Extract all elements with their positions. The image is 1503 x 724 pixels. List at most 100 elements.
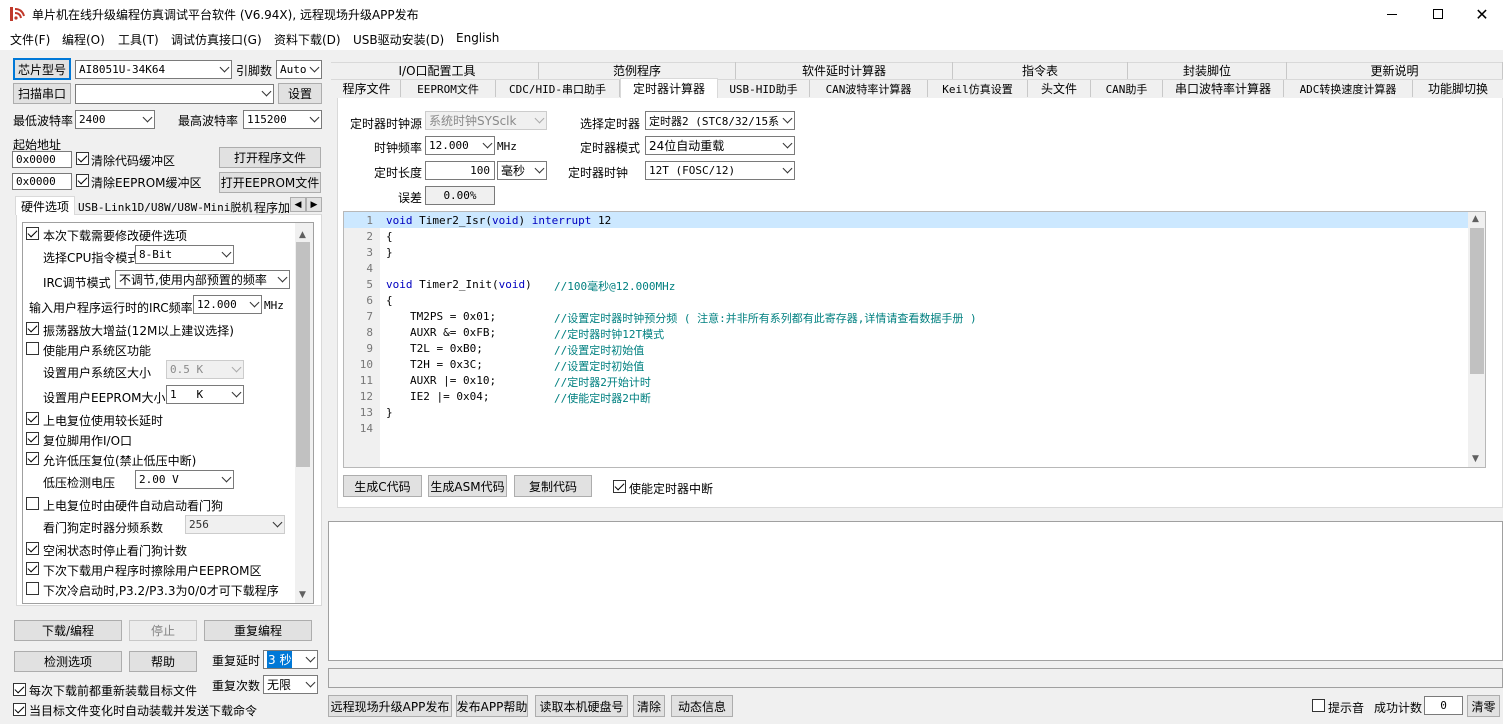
tab-program-encrypt[interactable]: 程序加	[254, 199, 290, 216]
enable-timer-interrupt-checkbox[interactable]	[613, 480, 626, 493]
long-delay-checkbox[interactable]	[26, 412, 39, 425]
tab-can-helper[interactable]: CAN助手	[1091, 80, 1163, 97]
tab-usb-link[interactable]: USB-Link1D/U8W/U8W-Mini脱机	[78, 199, 252, 215]
clear-eeprom-checkbox[interactable]	[76, 174, 89, 187]
reset-count-button[interactable]: 清零	[1467, 695, 1500, 717]
menu-debug[interactable]: 调试仿真接口(G)	[171, 31, 262, 48]
max-baud-select[interactable]: 115200	[243, 110, 322, 129]
timer-length-field[interactable]: 100	[425, 161, 495, 180]
code-scroll-thumb[interactable]	[1470, 228, 1484, 374]
menu-program[interactable]: 编程(O)	[62, 31, 105, 48]
tab-delay-calculator[interactable]: 软件延时计算器	[736, 62, 953, 79]
system-area-size-select[interactable]: 0.5 K	[166, 360, 244, 379]
tab-examples[interactable]: 范例程序	[539, 62, 736, 79]
scroll-down-icon[interactable]: ▼	[299, 590, 306, 600]
reload-each-checkbox[interactable]	[13, 683, 26, 696]
tab-uart-baud[interactable]: 串口波特率计算器	[1163, 80, 1284, 97]
timer-clock-select[interactable]: 12T (FOSC/12)	[645, 161, 795, 180]
repeat-delay-select[interactable]: 3 秒	[263, 650, 318, 669]
tab-usb-hid[interactable]: USB-HID助手	[718, 80, 810, 97]
irc-frequency-select[interactable]: 12.000	[193, 295, 262, 314]
low-voltage-select[interactable]: 2.00 V	[135, 470, 234, 489]
clear-code-checkbox[interactable]	[76, 152, 89, 165]
code-editor[interactable]	[343, 211, 1486, 468]
menu-download[interactable]: 资料下载(D)	[274, 31, 341, 48]
dynamic-info-button[interactable]: 动态信息	[671, 695, 733, 717]
clear-button[interactable]: 清除	[633, 695, 665, 717]
timer-length-unit-select[interactable]: 毫秒	[497, 161, 547, 180]
chip-type-button[interactable]: 芯片型号	[13, 58, 71, 80]
port-select[interactable]	[75, 84, 274, 104]
code-address-field[interactable]: 0x0000	[12, 151, 72, 168]
osc-gain-checkbox[interactable]	[26, 322, 39, 335]
generate-asm-code-button[interactable]: 生成ASM代码	[428, 475, 507, 497]
tab-timer-calculator[interactable]: 定时器计算器	[620, 78, 718, 98]
check-options-button[interactable]: 检测选项	[14, 651, 122, 672]
tab-can-baud[interactable]: CAN波特率计算器	[810, 80, 928, 97]
wdt-divider-select[interactable]: 256	[185, 515, 285, 534]
reset-io-checkbox[interactable]	[26, 432, 39, 445]
clock-source-select[interactable]: 系统时钟SYSclk	[425, 111, 547, 130]
idle-stop-checkbox[interactable]	[26, 542, 39, 555]
remote-upgrade-button[interactable]: 远程现场升级APP发布	[328, 695, 452, 717]
tab-function-pin[interactable]: 功能脚切换	[1413, 80, 1503, 97]
enable-system-area-checkbox[interactable]	[26, 342, 39, 355]
open-eeprom-file-button[interactable]: 打开EEPROM文件	[219, 172, 321, 193]
stop-button[interactable]: 停止	[129, 620, 197, 641]
chip-select[interactable]: AI8051U-34K64	[75, 60, 232, 79]
help-button[interactable]: 帮助	[129, 651, 197, 672]
watchdog-checkbox[interactable]	[26, 497, 39, 510]
eeprom-address-field[interactable]: 0x0000	[12, 173, 72, 190]
scroll-up-icon[interactable]: ▲	[299, 230, 306, 240]
eeprom-size-select[interactable]: 1 K	[166, 385, 244, 404]
erase-eeprom-checkbox[interactable]	[26, 562, 39, 575]
tab-cdc-hid-serial[interactable]: CDC/HID-串口助手	[496, 80, 620, 97]
tab-header-file[interactable]: 头文件	[1028, 80, 1091, 97]
tab-scroll-right-icon[interactable]: ▶	[306, 197, 322, 212]
tab-keil-settings[interactable]: Keil仿真设置	[928, 80, 1028, 97]
scan-port-button[interactable]: 扫描串口	[13, 83, 71, 104]
output-log[interactable]	[328, 521, 1503, 661]
code-scroll-down-icon[interactable]: ▼	[1472, 454, 1479, 464]
repeat-program-button[interactable]: 重复编程	[204, 620, 312, 641]
min-baud-select[interactable]: 2400	[75, 110, 155, 129]
menu-file[interactable]: 文件(F)	[10, 31, 50, 48]
generate-c-code-button[interactable]: 生成C代码	[343, 475, 422, 497]
need-modify-checkbox[interactable]	[26, 227, 39, 240]
tab-adc-speed[interactable]: ADC转换速度计算器	[1284, 80, 1413, 97]
menu-usb-driver[interactable]: USB驱动安装(D)	[353, 31, 444, 48]
tab-package-pins[interactable]: 封装脚位	[1128, 62, 1287, 79]
tab-hardware-options[interactable]: 硬件选项	[15, 196, 75, 215]
clock-frequency-select[interactable]: 12.000	[425, 136, 495, 155]
menu-tools[interactable]: 工具(T)	[118, 31, 159, 48]
select-timer-select[interactable]: 定时器2 (STC8/32/15系	[645, 111, 795, 130]
tab-scroll-left-icon[interactable]: ◀	[290, 197, 306, 212]
minimize-icon[interactable]	[1369, 0, 1415, 28]
publish-app-help-button[interactable]: 发布APP帮助	[456, 695, 528, 717]
hardware-scroll-thumb[interactable]	[296, 242, 310, 467]
tab-io-config[interactable]: I/O口配置工具	[336, 62, 539, 79]
timer-mode-select[interactable]: 24位自动重载	[645, 136, 795, 155]
pin-count-select[interactable]: Auto	[276, 60, 322, 79]
copy-code-button[interactable]: 复制代码	[514, 475, 592, 497]
cpu-mode-select[interactable]: 8-Bit	[135, 245, 234, 264]
sound-label: 提示音	[1328, 701, 1365, 715]
code-scroll-up-icon[interactable]: ▲	[1472, 214, 1479, 224]
read-disk-id-button[interactable]: 读取本机硬盘号	[535, 695, 628, 717]
menu-english[interactable]: English	[456, 31, 499, 45]
settings-button[interactable]: 设置	[278, 83, 322, 104]
open-program-file-button[interactable]: 打开程序文件	[219, 147, 321, 168]
tab-release-notes[interactable]: 更新说明	[1287, 62, 1503, 79]
sound-checkbox[interactable]	[1312, 699, 1325, 712]
tab-program-file[interactable]: 程序文件	[333, 80, 401, 97]
maximize-icon[interactable]	[1415, 0, 1461, 28]
auto-load-checkbox[interactable]	[13, 703, 26, 716]
tab-instruction-table[interactable]: 指令表	[953, 62, 1128, 79]
close-icon[interactable]: ✕	[1459, 0, 1503, 28]
irc-mode-select[interactable]: 不调节,使用内部预置的频率	[115, 270, 290, 289]
repeat-count-select[interactable]: 无限	[263, 675, 318, 694]
low-voltage-reset-checkbox[interactable]	[26, 452, 39, 465]
download-program-button[interactable]: 下载/编程	[14, 620, 122, 641]
tab-eeprom-file[interactable]: EEPROM文件	[401, 80, 496, 97]
cold-start-checkbox[interactable]	[26, 582, 39, 595]
